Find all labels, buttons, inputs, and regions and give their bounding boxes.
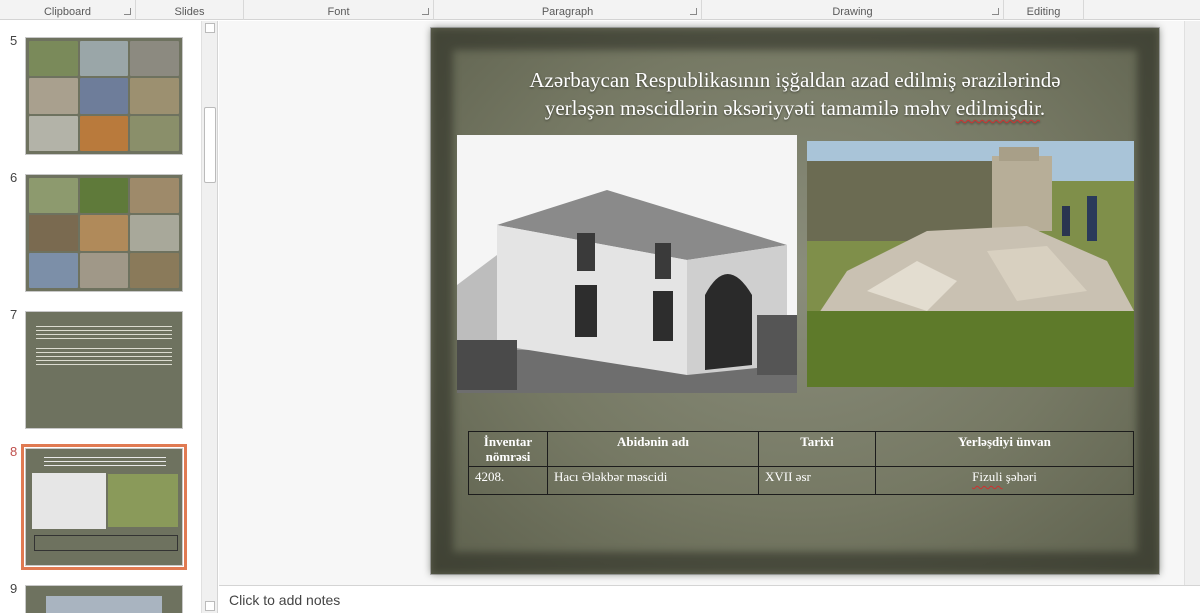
slide-thumbnail-7[interactable] bbox=[25, 311, 183, 429]
slide-title-line: yerləşən məscidlərin əksəriyyəti tamamil… bbox=[544, 96, 1046, 120]
thumbnail-photo bbox=[46, 596, 162, 613]
spelling-error-word: Fizuli bbox=[972, 469, 1003, 484]
table-row: 4208. Hacı Ələkbər məscidi XVII əsr Fizu… bbox=[468, 466, 1134, 495]
ribbon-group-paragraph[interactable]: Paragraph bbox=[434, 0, 702, 20]
column-header: Yerləşdiyi ünvan bbox=[875, 431, 1134, 467]
current-slide[interactable]: Azərbaycan Respublikasının işğaldan azad… bbox=[431, 28, 1159, 574]
ribbon-group-editing[interactable]: Editing bbox=[1004, 0, 1084, 20]
ribbon-group-bar: Clipboard Slides Font Paragraph Drawing … bbox=[0, 0, 1200, 20]
notes-pane[interactable]: Click to add notes bbox=[219, 585, 1200, 613]
notes-placeholder: Click to add notes bbox=[229, 592, 341, 608]
slide-number: 5 bbox=[10, 33, 18, 48]
spelling-error-word: edilmişdir bbox=[955, 96, 1040, 120]
dialog-launcher-icon[interactable] bbox=[992, 8, 999, 15]
scroll-down-icon[interactable] bbox=[205, 601, 215, 611]
ribbon-group-label: Clipboard bbox=[43, 6, 92, 18]
dialog-launcher-icon[interactable] bbox=[422, 8, 429, 15]
thumbnail-photo-grid bbox=[29, 41, 179, 151]
thumbnail-scrollbar[interactable] bbox=[201, 21, 217, 613]
ribbon-group-label: Slides bbox=[174, 6, 205, 18]
scrollbar-thumb[interactable] bbox=[204, 107, 216, 183]
ruins-photo[interactable] bbox=[807, 141, 1134, 387]
thumbnail-photo bbox=[32, 473, 106, 529]
table-cell-inventory[interactable]: 4208. bbox=[468, 466, 548, 495]
ribbon-group-clipboard[interactable]: Clipboard bbox=[0, 0, 136, 20]
slide-number: 9 bbox=[10, 581, 18, 596]
slide-thumbnail-pane[interactable]: 5 6 7 8 9 bbox=[0, 21, 218, 613]
dialog-launcher-icon[interactable] bbox=[124, 8, 131, 15]
slide-number: 7 bbox=[10, 307, 18, 322]
slide-thumbnail-6[interactable] bbox=[25, 174, 183, 292]
ribbon-group-font[interactable]: Font bbox=[244, 0, 434, 20]
dialog-launcher-icon[interactable] bbox=[690, 8, 697, 15]
ribbon-group-slides[interactable]: Slides bbox=[136, 0, 244, 20]
table-cell-name[interactable]: Hacı Ələkbər məscidi bbox=[547, 466, 759, 495]
column-header: Tarixi bbox=[758, 431, 876, 467]
slide-title-line: Azərbaycan Respublikasının işğaldan azad… bbox=[529, 68, 1061, 92]
ribbon-group-label: Editing bbox=[1026, 6, 1061, 18]
column-header: Abidənin adı bbox=[547, 431, 759, 467]
thumbnail-photo-grid bbox=[29, 178, 179, 288]
ribbon-group-label: Drawing bbox=[832, 6, 873, 18]
thumbnail-table bbox=[34, 535, 178, 551]
mosque-photo[interactable] bbox=[457, 135, 797, 393]
monument-table[interactable]: İnventar nömrəsi Abidənin adı Tarixi Yer… bbox=[468, 431, 1134, 495]
ribbon-group-label: Font bbox=[327, 6, 350, 18]
slide-number: 8 bbox=[10, 444, 18, 459]
slide-number: 6 bbox=[10, 170, 18, 185]
thumbnail-photo bbox=[108, 474, 178, 527]
table-header-row: İnventar nömrəsi Abidənin adı Tarixi Yer… bbox=[468, 431, 1134, 467]
ribbon-group-drawing[interactable]: Drawing bbox=[702, 0, 1004, 20]
column-header: İnventar nömrəsi bbox=[468, 431, 548, 467]
thumbnail-text-lines bbox=[36, 326, 172, 327]
scroll-up-icon[interactable] bbox=[205, 23, 215, 33]
ribbon-group-label: Paragraph bbox=[541, 6, 594, 18]
slide-thumbnail-9[interactable] bbox=[25, 585, 183, 613]
table-cell-address[interactable]: Fizuli şəhəri bbox=[875, 466, 1134, 495]
slide-thumbnail-5[interactable] bbox=[25, 37, 183, 155]
thumbnail-title-lines bbox=[44, 457, 166, 458]
edit-area-scrollbar[interactable] bbox=[1184, 21, 1200, 585]
slide-title[interactable]: Azərbaycan Respublikasının işğaldan azad… bbox=[471, 66, 1119, 122]
table-cell-date[interactable]: XVII əsr bbox=[758, 466, 876, 495]
slide-thumbnail-8[interactable] bbox=[21, 444, 187, 570]
